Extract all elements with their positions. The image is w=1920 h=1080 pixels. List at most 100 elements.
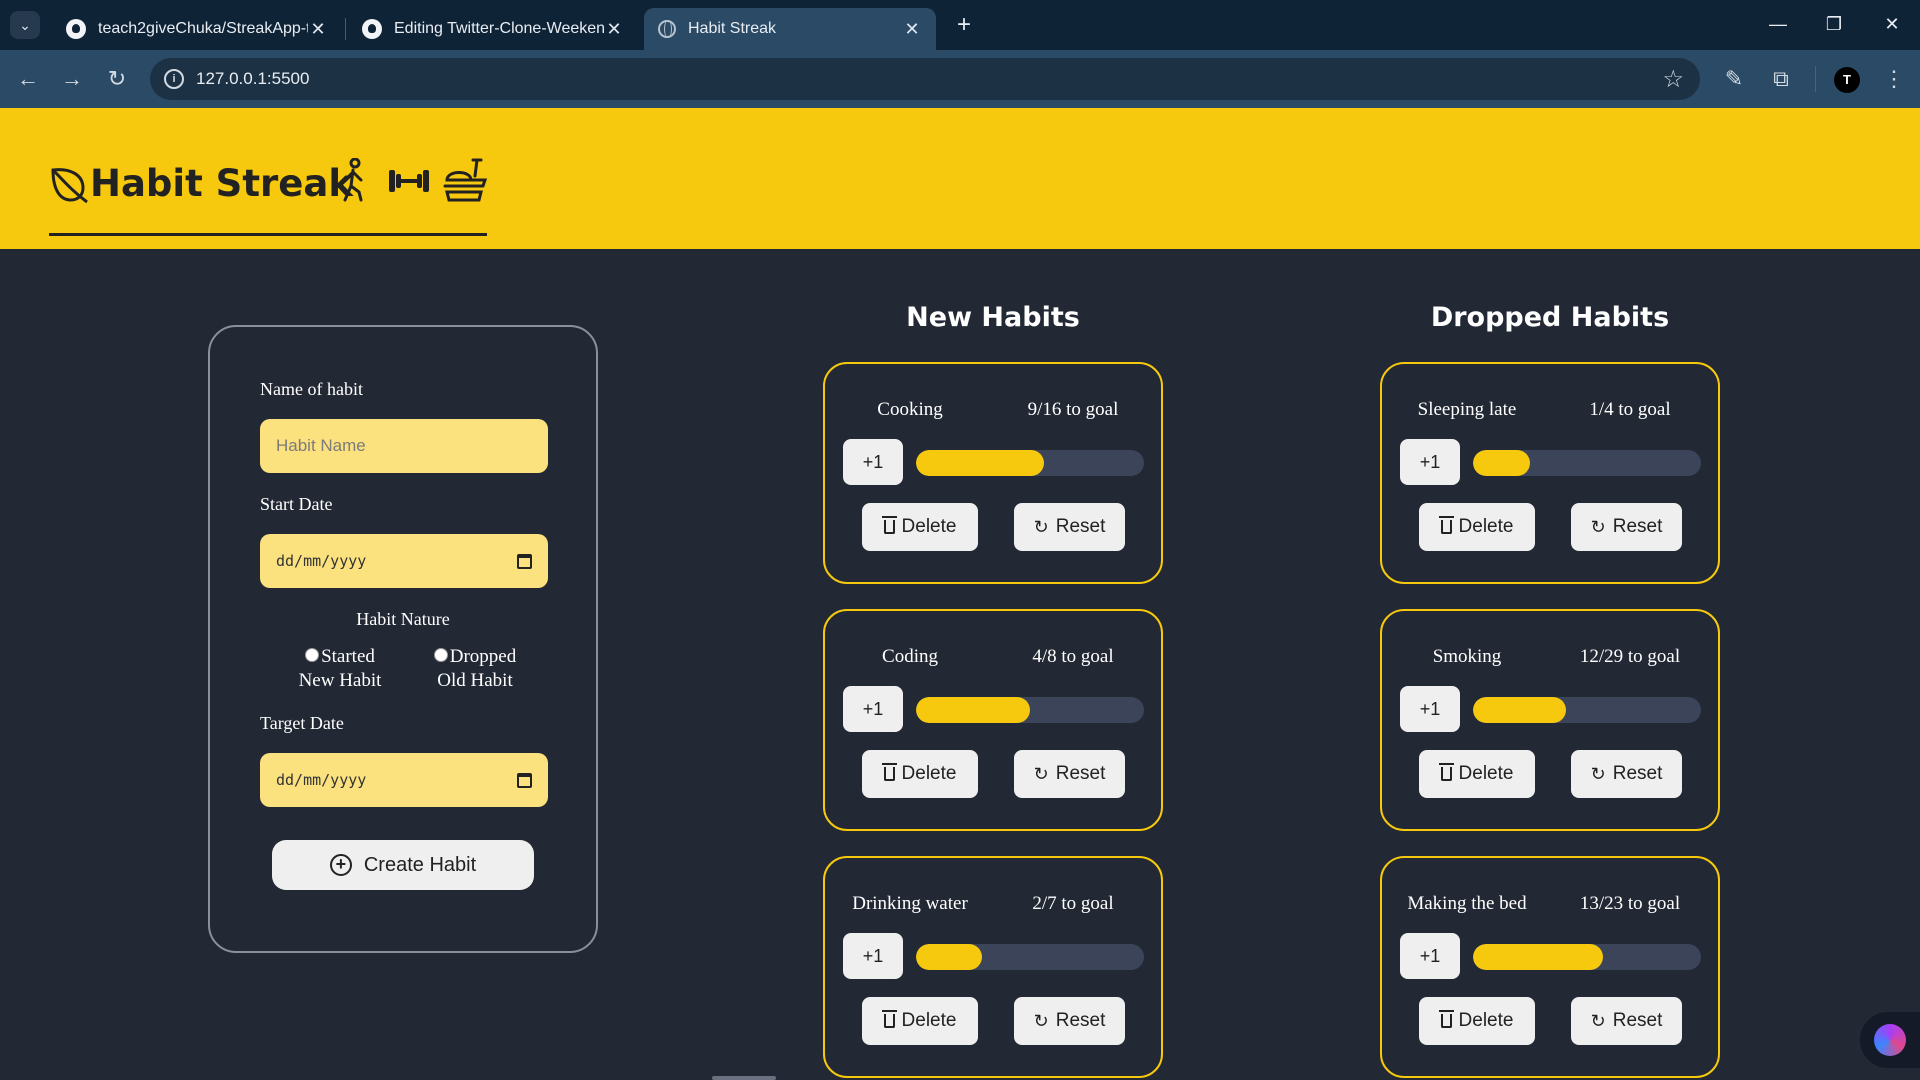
progress-fill: [916, 450, 1044, 476]
delete-button[interactable]: Delete: [1419, 503, 1535, 551]
reset-icon: ↻: [1033, 1010, 1049, 1031]
extensions-icon[interactable]: ⧉: [1765, 63, 1797, 95]
tab-divider: [345, 18, 346, 40]
calendar-icon[interactable]: [517, 772, 532, 788]
tab-search-button[interactable]: ⌄: [10, 11, 40, 39]
reset-button[interactable]: ↻ Reset: [1014, 503, 1125, 551]
new-habits-title: New Habits: [906, 302, 1080, 333]
delete-button[interactable]: Delete: [862, 997, 978, 1045]
reset-icon: ↻: [1033, 763, 1049, 784]
reset-icon: ↻: [1590, 763, 1606, 784]
extension-badge[interactable]: [1860, 1012, 1920, 1068]
trash-icon: [881, 1010, 897, 1028]
calendar-icon[interactable]: [517, 553, 532, 569]
habit-goal: 9/16 to goal: [1027, 399, 1119, 420]
brand[interactable]: Habit Streak: [49, 156, 488, 236]
radio-label: Dropped: [449, 646, 517, 667]
reset-button[interactable]: ↻ Reset: [1014, 750, 1125, 798]
create-habit-button[interactable]: + Create Habit: [272, 840, 534, 890]
tab-twitter-clone[interactable]: Editing Twitter-Clone-Weekend ✕: [348, 8, 638, 50]
progress-fill: [1473, 450, 1530, 476]
scrollbar[interactable]: [712, 1076, 776, 1080]
reset-icon: ↻: [1590, 1010, 1606, 1031]
trash-icon: [1438, 763, 1454, 781]
globe-icon: [658, 20, 676, 38]
target-date-input[interactable]: dd/mm/yyyy: [260, 753, 548, 807]
avatar[interactable]: T: [1834, 67, 1860, 93]
progress-bar: [1473, 944, 1701, 970]
target-date-value: dd/mm/yyyy: [276, 771, 367, 789]
reset-button[interactable]: ↻ Reset: [1571, 750, 1682, 798]
close-icon[interactable]: ✕: [308, 19, 328, 40]
radio-button[interactable]: [305, 648, 320, 662]
progress-bar: [916, 450, 1144, 476]
close-icon[interactable]: ✕: [604, 19, 624, 40]
dropped-habits-title: Dropped Habits: [1430, 302, 1670, 333]
reset-icon: ↻: [1033, 516, 1049, 537]
habit-card: Sleeping late 1/4 to goal +1 Delete ↻ Reset: [1380, 362, 1720, 584]
habit-name: Sleeping late: [1417, 399, 1517, 420]
eyedropper-icon[interactable]: ✎: [1718, 63, 1750, 95]
habit-card: Cooking 9/16 to goal +1 Delete ↻ Reset: [823, 362, 1163, 584]
url-text[interactable]: 127.0.0.1:5500: [196, 69, 309, 89]
forward-icon[interactable]: →: [56, 63, 88, 95]
tab-title: Editing Twitter-Clone-Weekend: [394, 20, 604, 37]
progress-fill: [1473, 697, 1567, 723]
increment-button[interactable]: +1: [843, 686, 903, 732]
delete-button[interactable]: Delete: [1419, 750, 1535, 798]
delete-label: Delete: [901, 763, 957, 784]
bookmark-star-icon[interactable]: ☆: [1662, 65, 1684, 94]
increment-button[interactable]: +1: [1400, 439, 1460, 485]
increment-button[interactable]: +1: [1400, 933, 1460, 979]
progress-fill: [916, 697, 1030, 723]
plus-circle-icon: +: [329, 854, 352, 876]
trash-icon: [1438, 516, 1454, 534]
trash-icon: [881, 516, 897, 534]
habit-name: Smoking: [1432, 646, 1502, 667]
create-habit-label: Create Habit: [363, 853, 477, 876]
address-bar[interactable]: i 127.0.0.1:5500 ☆: [150, 58, 1700, 100]
reset-button[interactable]: ↻ Reset: [1571, 997, 1682, 1045]
reset-button[interactable]: ↻ Reset: [1014, 997, 1125, 1045]
new-tab-button[interactable]: +: [948, 10, 980, 40]
browser-toolbar: ← → ↻ i 127.0.0.1:5500 ☆ ✎ ⧉ ⋮: [0, 50, 1920, 108]
restore-icon[interactable]: ❐: [1814, 8, 1854, 40]
close-icon[interactable]: ✕: [902, 19, 922, 40]
delete-label: Delete: [901, 516, 957, 537]
radio-dropped-old-habit[interactable]: Dropped Old Habit: [420, 645, 530, 693]
page-title: Habit Streak: [90, 162, 353, 205]
site-info-icon[interactable]: i: [164, 69, 184, 89]
increment-button[interactable]: +1: [1400, 686, 1460, 732]
progress-bar: [916, 944, 1144, 970]
menu-icon[interactable]: ⋮: [1878, 63, 1910, 95]
close-window-icon[interactable]: ✕: [1872, 8, 1912, 40]
reset-label: Reset: [1055, 1010, 1106, 1031]
reload-icon[interactable]: ↻: [101, 63, 133, 95]
minimize-icon[interactable]: —: [1758, 8, 1798, 40]
radio-started-new-habit[interactable]: Started New Habit: [280, 645, 400, 693]
increment-button[interactable]: +1: [843, 933, 903, 979]
tab-streakapp[interactable]: teach2giveChuka/StreakApp-ts ✕: [52, 8, 342, 50]
habit-name: Drinking water: [852, 893, 968, 914]
tab-title: Habit Streak: [688, 20, 777, 37]
browser-tabstrip: ⌄ teach2giveChuka/StreakApp-ts ✕ Editing…: [0, 0, 1920, 50]
start-date-input[interactable]: dd/mm/yyyy: [260, 534, 548, 588]
habit-name-input[interactable]: [260, 419, 548, 473]
trash-icon: [1438, 1010, 1454, 1028]
delete-button[interactable]: Delete: [862, 503, 978, 551]
delete-button[interactable]: Delete: [1419, 997, 1535, 1045]
back-icon[interactable]: ←: [12, 63, 44, 95]
progress-fill: [916, 944, 983, 970]
radio-button[interactable]: [433, 648, 448, 662]
progress-fill: [1473, 944, 1603, 970]
increment-button[interactable]: +1: [843, 439, 903, 485]
delete-button[interactable]: Delete: [862, 750, 978, 798]
tab-habit-streak[interactable]: Habit Streak ✕: [644, 8, 936, 50]
reset-button[interactable]: ↻ Reset: [1571, 503, 1682, 551]
habit-card: Making the bed 13/23 to goal +1 Delete ↻ Rese…: [1380, 856, 1720, 1078]
brain-icon: [1874, 1024, 1906, 1056]
habit-goal: 4/8 to goal: [1032, 646, 1114, 667]
progress-bar: [1473, 450, 1701, 476]
reset-icon: ↻: [1590, 516, 1606, 537]
radio-label: Old Habit: [437, 670, 513, 691]
